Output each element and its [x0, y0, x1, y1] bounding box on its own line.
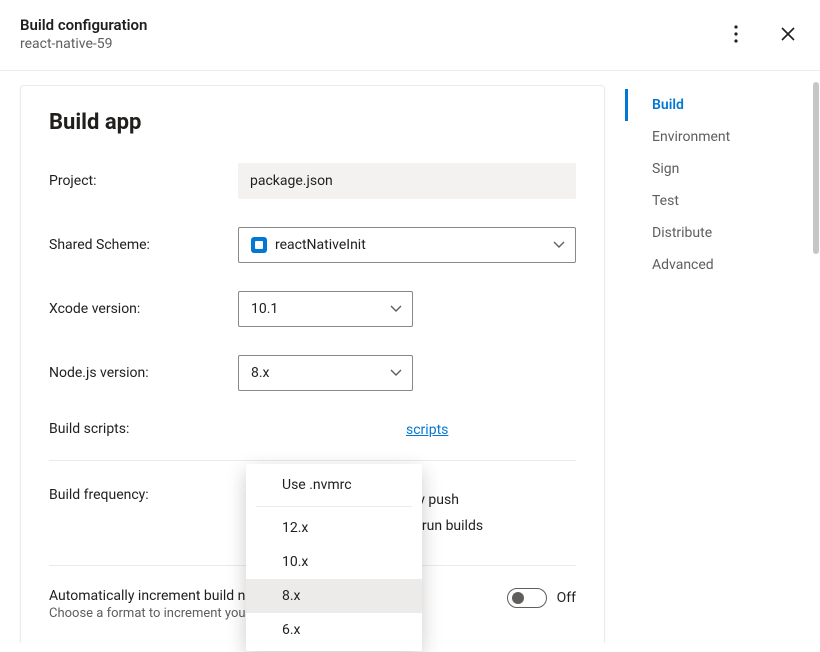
dropdown-item-12-x[interactable]: 12.x: [246, 511, 422, 545]
app-icon: [251, 237, 267, 253]
xcode-value: 10.1: [251, 301, 278, 317]
scheme-value: reactNativeInit: [275, 237, 366, 253]
auto-increment-toggle[interactable]: [507, 588, 547, 608]
project-value: package.json: [238, 163, 576, 199]
sidebar-item-advanced[interactable]: Advanced: [625, 249, 820, 281]
dropdown-item-nvmrc[interactable]: Use .nvmrc: [246, 468, 422, 502]
frequency-option-1[interactable]: ery push: [406, 487, 576, 513]
chevron-down-icon: [390, 301, 402, 317]
sidebar-item-build[interactable]: Build: [625, 89, 820, 121]
xcode-select[interactable]: 10.1: [238, 291, 413, 327]
scripts-label: Build scripts:: [49, 421, 238, 437]
frequency-option-2[interactable]: to run builds: [406, 513, 576, 539]
node-value: 8.x: [251, 365, 270, 381]
node-dropdown: Use .nvmrc 12.x10.x8.x6.x: [246, 464, 422, 651]
more-options-button[interactable]: [724, 22, 748, 46]
sidebar: BuildEnvironmentSignTestDistributeAdvanc…: [625, 71, 820, 643]
scheme-select[interactable]: reactNativeInit: [238, 227, 576, 263]
frequency-label: Build frequency:: [49, 487, 238, 503]
card-title: Build app: [49, 110, 576, 135]
scrollbar-track[interactable]: [812, 80, 820, 652]
toggle-knob: [512, 592, 524, 604]
vertical-dots-icon: [734, 25, 738, 43]
toggle-state-label: Off: [557, 590, 576, 606]
close-icon: [780, 26, 796, 42]
close-button[interactable]: [776, 22, 800, 46]
sidebar-item-test[interactable]: Test: [625, 185, 820, 217]
node-select[interactable]: 8.x: [238, 355, 413, 391]
chevron-down-icon: [390, 365, 402, 381]
page-title: Build configuration: [20, 16, 147, 34]
node-label: Node.js version:: [49, 365, 238, 381]
dropdown-item-8-x[interactable]: 8.x: [246, 579, 422, 613]
dropdown-item-10-x[interactable]: 10.x: [246, 545, 422, 579]
sidebar-item-sign[interactable]: Sign: [625, 153, 820, 185]
xcode-label: Xcode version:: [49, 301, 238, 317]
scrollbar-thumb[interactable]: [813, 82, 819, 254]
sidebar-item-distribute[interactable]: Distribute: [625, 217, 820, 249]
chevron-down-icon: [553, 237, 565, 253]
dropdown-item-6-x[interactable]: 6.x: [246, 613, 422, 647]
project-name: react-native-59: [20, 36, 147, 52]
sidebar-item-environment[interactable]: Environment: [625, 121, 820, 153]
dropdown-separator: [256, 506, 412, 507]
scripts-link[interactable]: scripts: [406, 422, 448, 438]
project-label: Project:: [49, 173, 238, 189]
scheme-label: Shared Scheme:: [49, 237, 238, 253]
